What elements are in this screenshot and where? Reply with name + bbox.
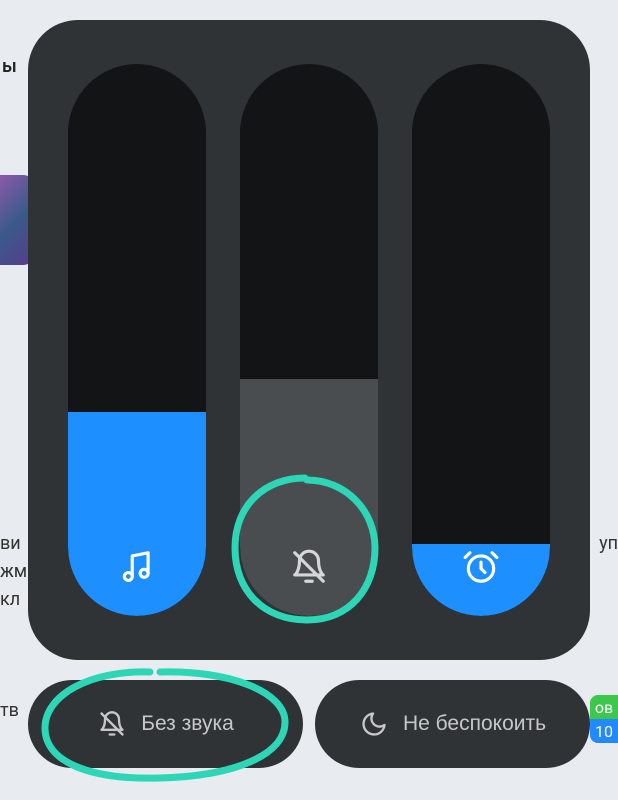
- ring-volume-slider[interactable]: [240, 64, 378, 616]
- alarm-clock-icon: [460, 546, 502, 588]
- moon-icon: [359, 709, 389, 739]
- volume-panel: [28, 20, 590, 660]
- bell-off-icon: [97, 709, 127, 739]
- dnd-button[interactable]: Не беспокоить: [315, 680, 590, 768]
- background-text: 10: [595, 722, 613, 741]
- mode-buttons-row: Без звука Не беспокоить: [28, 680, 590, 768]
- bell-off-icon: [288, 546, 330, 588]
- alarm-volume-slider[interactable]: [412, 64, 550, 616]
- background-text: уп: [599, 530, 618, 558]
- background-text: ы: [2, 56, 17, 77]
- music-note-icon: [116, 546, 158, 588]
- mute-button[interactable]: Без звука: [28, 680, 303, 768]
- mute-button-label: Без звука: [141, 712, 234, 736]
- background-text: ов: [595, 698, 613, 717]
- media-volume-slider[interactable]: [68, 64, 206, 616]
- background-text: ви жм кл: [0, 530, 27, 614]
- dnd-button-label: Не беспокоить: [403, 712, 546, 736]
- background-pill: ов 10: [590, 695, 618, 743]
- background-text: тв: [0, 700, 19, 721]
